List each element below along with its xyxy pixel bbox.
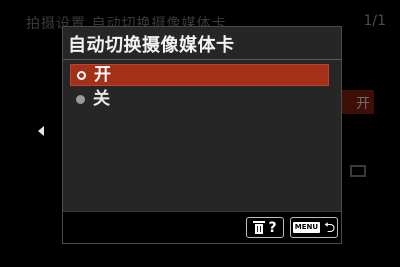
help-label: ? [268,219,277,236]
dialog-title: 自动切换摄像媒体卡 [68,35,235,56]
radio-selected-icon [77,70,86,80]
return-icon: ⮌ [324,219,336,236]
option-off[interactable]: 关 [70,88,329,110]
menu-label: MENU [292,222,321,233]
menu-back-button[interactable]: MENU ⮌ [290,217,338,238]
left-triangle-icon[interactable] [38,126,44,136]
background-page-indicator: 1/1 [363,13,386,29]
option-on[interactable]: 开 [70,64,329,86]
option-on-label: 开 [94,64,111,85]
title-divider [63,59,341,60]
background-current-value: 开 [356,96,370,112]
dialog-footer: ? MENU ⮌ [63,212,341,243]
trash-icon [253,221,266,234]
radio-unselected-icon [76,94,85,104]
delete-help-button[interactable]: ? [246,217,284,238]
auto-switch-media-dialog: 自动切换摄像媒体卡 开 关 ? MENU ⮌ [62,26,342,244]
film-icon [350,165,366,177]
option-off-label: 关 [93,88,110,109]
